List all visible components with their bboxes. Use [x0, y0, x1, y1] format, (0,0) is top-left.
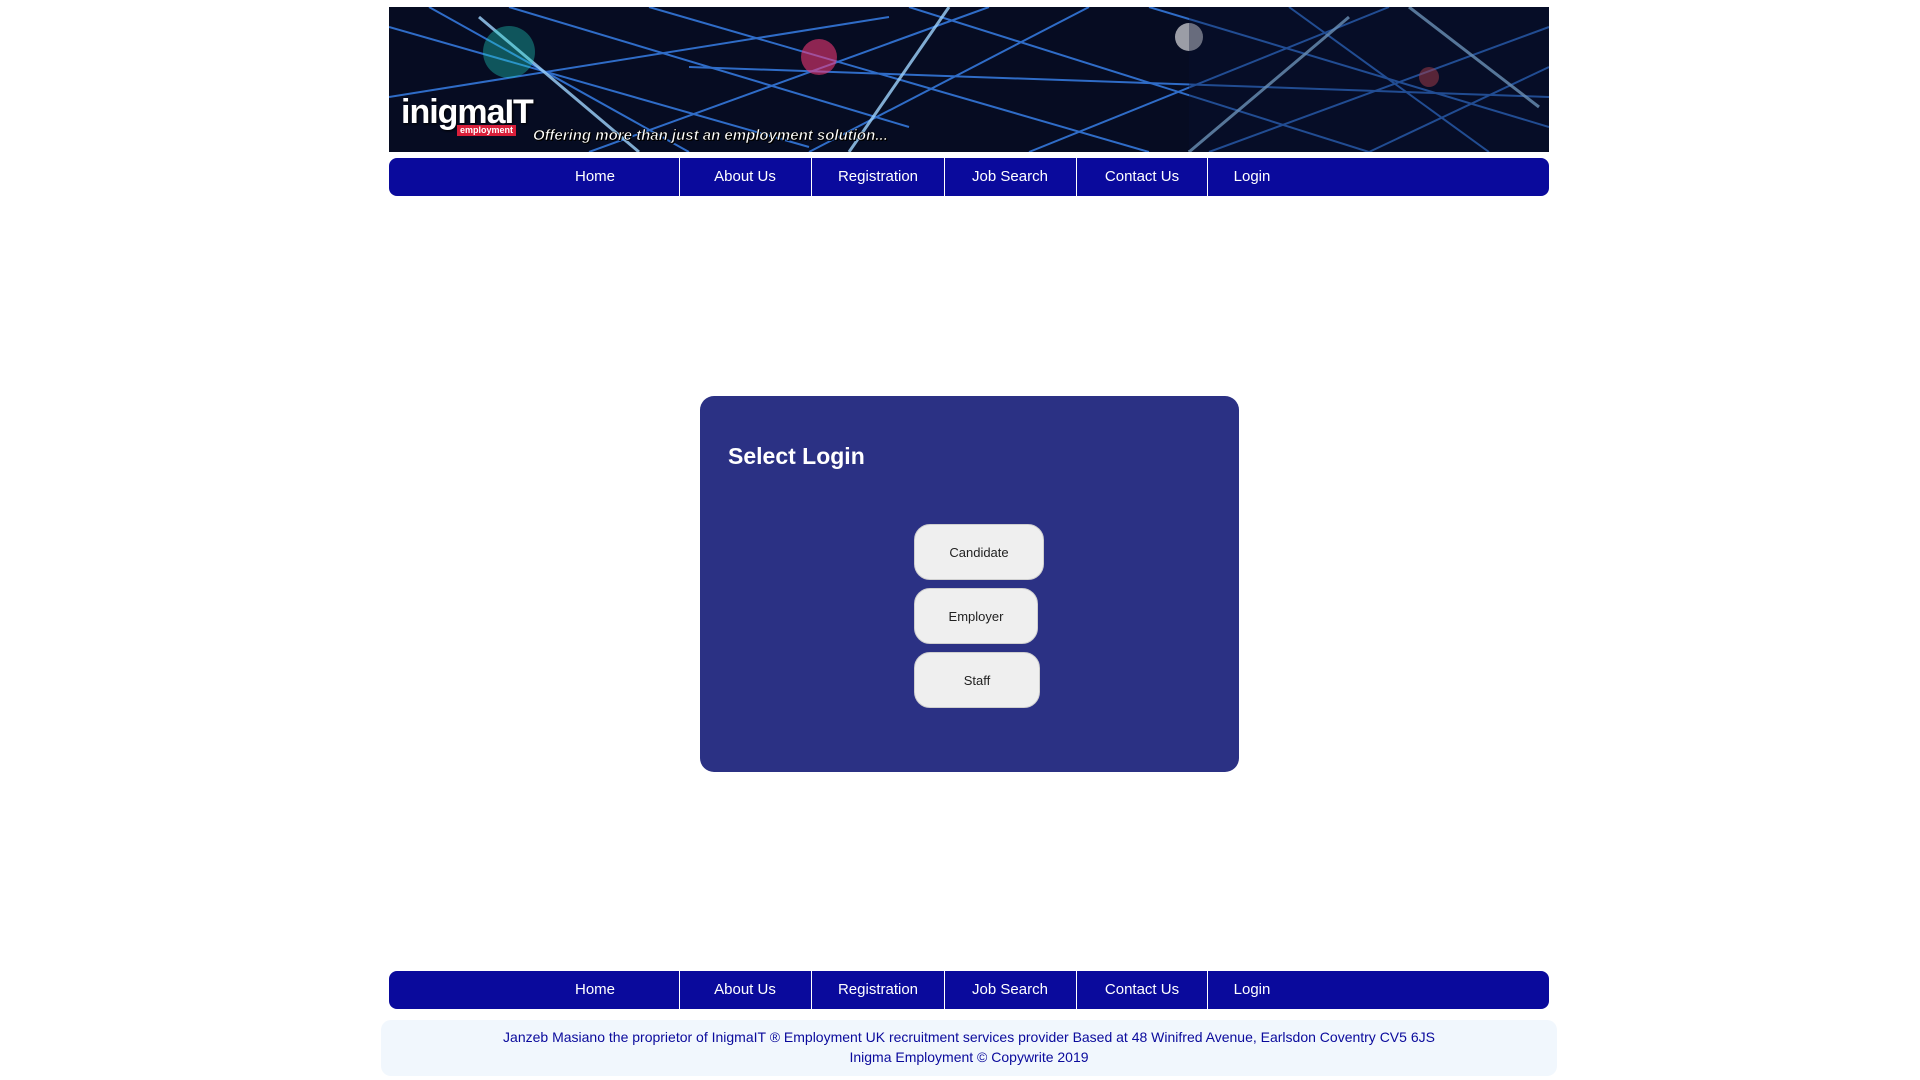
footer-company-info: Janzeb Masiano the proprietor of InigmaI… [503, 1029, 1435, 1045]
employer-login-button[interactable]: Employer [914, 588, 1038, 644]
staff-login-button[interactable]: Staff [914, 652, 1040, 708]
nav-separator [1207, 971, 1208, 1009]
nav-separator [944, 971, 945, 1009]
brand-logo[interactable]: inigmaIT employment [401, 93, 534, 136]
nav-login[interactable]: Login [1209, 158, 1295, 196]
nav-home[interactable]: Home [521, 158, 669, 196]
login-selection-panel: Select Login Candidate Employer Staff [700, 396, 1239, 772]
footer-nav-registration[interactable]: Registration [813, 971, 943, 1009]
nav-registration[interactable]: Registration [813, 158, 943, 196]
site-footer: Janzeb Masiano the proprietor of InigmaI… [381, 1020, 1557, 1076]
footer-nav-job-search[interactable]: Job Search [946, 971, 1074, 1009]
nav-separator [679, 971, 680, 1009]
brand-subtitle: employment [457, 125, 517, 136]
nav-separator [1207, 158, 1208, 196]
nav-about-us[interactable]: About Us [681, 158, 809, 196]
footer-nav-contact-us[interactable]: Contact Us [1078, 971, 1206, 1009]
footer-nav-login[interactable]: Login [1209, 971, 1295, 1009]
footer-nav-about-us[interactable]: About Us [681, 971, 809, 1009]
banner-tagline: Offering more than just an employment so… [533, 127, 888, 145]
nav-contact-us[interactable]: Contact Us [1078, 158, 1206, 196]
footer-copyright: Inigma Employment © Copywrite 2019 [849, 1049, 1089, 1065]
footer-nav-home[interactable]: Home [521, 971, 669, 1009]
nav-separator [811, 971, 812, 1009]
page: inigmaIT employment Offering more than j… [0, 0, 1920, 1080]
nav-separator [1076, 971, 1077, 1009]
nav-job-search[interactable]: Job Search [946, 158, 1074, 196]
top-navigation: Home About Us Registration Job Search Co… [389, 158, 1549, 196]
nav-separator [679, 158, 680, 196]
bottom-navigation: Home About Us Registration Job Search Co… [389, 971, 1549, 1009]
brand-name: inigmaIT [401, 93, 534, 131]
candidate-login-button[interactable]: Candidate [914, 524, 1044, 580]
nav-separator [1076, 158, 1077, 196]
login-panel-title: Select Login [728, 443, 865, 469]
nav-separator [811, 158, 812, 196]
nav-separator [944, 158, 945, 196]
header-banner: inigmaIT employment Offering more than j… [389, 7, 1549, 152]
